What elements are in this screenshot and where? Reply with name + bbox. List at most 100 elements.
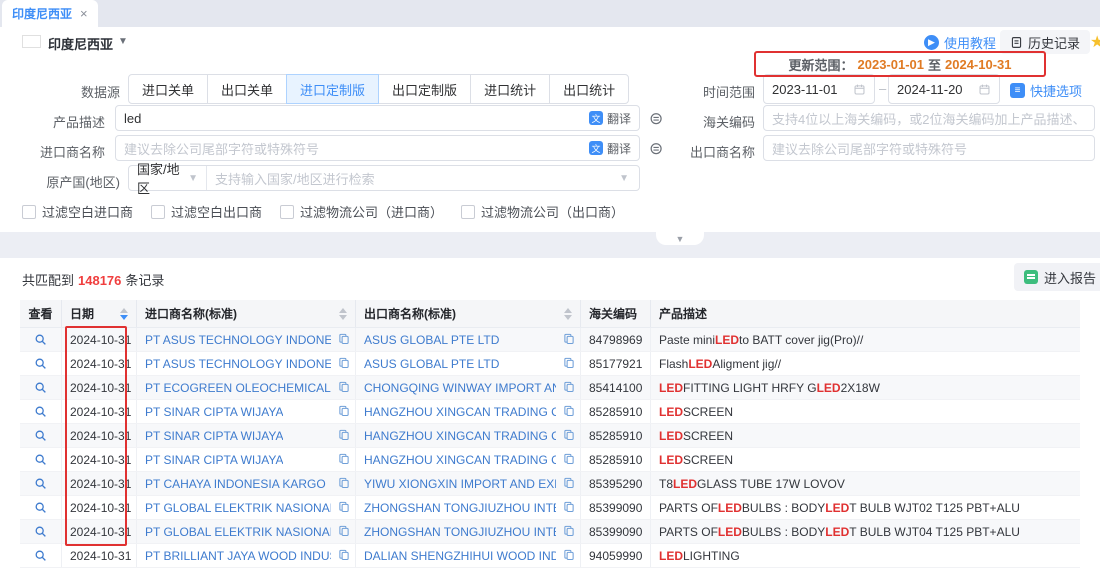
exporter-cell: ASUS GLOBAL PTE LTD bbox=[356, 352, 581, 375]
column-header[interactable]: 进口商名称(标准) bbox=[137, 300, 356, 327]
sort-carets-icon[interactable] bbox=[339, 308, 347, 320]
view-detail-magnifier-icon[interactable] bbox=[34, 453, 47, 466]
product-desc-input[interactable]: led 文 翻译 bbox=[115, 105, 640, 131]
close-icon[interactable]: × bbox=[80, 6, 88, 21]
copy-icon[interactable] bbox=[338, 525, 350, 540]
copy-icon[interactable] bbox=[338, 501, 350, 516]
copy-icon[interactable] bbox=[563, 333, 575, 348]
sort-carets-icon[interactable] bbox=[564, 308, 572, 320]
data-source-tab[interactable]: 进口关单 bbox=[128, 74, 208, 104]
filter-checkbox[interactable]: 过滤物流公司（出口商） bbox=[461, 202, 624, 221]
importer-link[interactable]: PT SINAR CIPTA WIJAYA bbox=[145, 405, 283, 419]
hs-code-input[interactable]: 支持4位以上海关编码，或2位海关编码加上产品描述、企业名称的任意信息 bbox=[763, 105, 1095, 131]
column-header[interactable]: 出口商名称(标准) bbox=[356, 300, 581, 327]
view-detail-magnifier-icon[interactable] bbox=[34, 357, 47, 370]
origin-placeholder: 支持输入国家/地区进行检索 bbox=[207, 169, 619, 188]
importer-link[interactable]: PT ECOGREEN OLEOCHEMICALS bbox=[145, 381, 331, 395]
importer-link[interactable]: PT ASUS TECHNOLOGY INDONESIA BA... bbox=[145, 357, 331, 371]
checkbox-label: 过滤物流公司（进口商） bbox=[300, 202, 443, 221]
exporter-link[interactable]: ASUS GLOBAL PTE LTD bbox=[364, 333, 499, 347]
importer-link[interactable]: PT SINAR CIPTA WIJAYA bbox=[145, 453, 283, 467]
view-detail-magnifier-icon[interactable] bbox=[34, 477, 47, 490]
collapse-panel-tab[interactable]: ▼ bbox=[656, 232, 704, 245]
enter-report-button[interactable]: 进入报告 bbox=[1014, 263, 1100, 291]
exporter-link[interactable]: ZHONGSHAN TONGJIUZHOU INTERNA... bbox=[364, 525, 556, 539]
filter-checkbox[interactable]: 过滤空白进口商 bbox=[22, 202, 133, 221]
checkbox-icon[interactable] bbox=[22, 205, 36, 219]
copy-icon[interactable] bbox=[338, 549, 350, 564]
view-detail-magnifier-icon[interactable] bbox=[34, 405, 47, 418]
data-source-tab[interactable]: 出口关单 bbox=[207, 74, 287, 104]
favorite-star-icon[interactable]: ★ bbox=[1090, 32, 1100, 52]
copy-icon[interactable] bbox=[563, 357, 575, 372]
data-source-tab[interactable]: 出口统计 bbox=[549, 74, 629, 104]
exact-match-icon[interactable]: ⊜ bbox=[649, 140, 663, 157]
checkbox-icon[interactable] bbox=[461, 205, 475, 219]
view-detail-magnifier-icon[interactable] bbox=[34, 501, 47, 514]
quick-options-link[interactable]: ≡ 快捷选项 bbox=[1010, 81, 1082, 100]
copy-icon[interactable] bbox=[338, 333, 350, 348]
checkbox-icon[interactable] bbox=[151, 205, 165, 219]
importer-input[interactable]: 建议去除公司尾部字符或特殊符号 文 翻译 bbox=[115, 135, 640, 161]
copy-icon[interactable] bbox=[563, 501, 575, 516]
view-detail-magnifier-icon[interactable] bbox=[34, 429, 47, 442]
copy-icon[interactable] bbox=[563, 405, 575, 420]
copy-icon[interactable] bbox=[338, 357, 350, 372]
importer-link[interactable]: PT GLOBAL ELEKTRIK NASIONAL bbox=[145, 501, 331, 515]
data-source-tab[interactable]: 进口定制版 bbox=[286, 74, 379, 104]
exporter-link[interactable]: HANGZHOU XINGCAN TRADING CO LTD bbox=[364, 405, 556, 419]
hs-code-cell: 85395290 bbox=[581, 472, 651, 495]
copy-icon[interactable] bbox=[338, 477, 350, 492]
copy-icon[interactable] bbox=[563, 525, 575, 540]
date-to-input[interactable]: 2024-11-20 bbox=[888, 74, 1000, 104]
chevron-down-icon[interactable]: ▼ bbox=[619, 173, 639, 184]
origin-select[interactable]: 国家/地区 ▼ bbox=[129, 166, 207, 190]
tutorial-link[interactable]: ▶ 使用教程 bbox=[924, 33, 996, 52]
filter-checkbox[interactable]: 过滤物流公司（进口商） bbox=[280, 202, 443, 221]
importer-link[interactable]: PT BRILLIANT JAYA WOOD INDUSTRY bbox=[145, 549, 331, 563]
highlighted-keyword: LED bbox=[659, 429, 683, 443]
importer-link[interactable]: PT GLOBAL ELEKTRIK NASIONAL bbox=[145, 525, 331, 539]
exporter-link[interactable]: HANGZHOU XINGCAN TRADING CO LTD bbox=[364, 429, 556, 443]
exporter-input[interactable]: 建议去除公司尾部字符或特殊符号 bbox=[763, 135, 1095, 161]
view-detail-magnifier-icon[interactable] bbox=[34, 333, 47, 346]
copy-icon[interactable] bbox=[338, 429, 350, 444]
data-source-tab[interactable]: 进口统计 bbox=[470, 74, 550, 104]
exporter-link[interactable]: CHONGQING WINWAY IMPORT AND E... bbox=[364, 381, 556, 395]
exporter-link[interactable]: ASUS GLOBAL PTE LTD bbox=[364, 357, 499, 371]
data-source-tab[interactable]: 出口定制版 bbox=[378, 74, 471, 104]
origin-control: 国家/地区 ▼ 支持输入国家/地区进行检索 ▼ bbox=[128, 165, 640, 191]
copy-icon[interactable] bbox=[338, 453, 350, 468]
exporter-link[interactable]: YIWU XIONGXIN IMPORT AND EXPORT... bbox=[364, 477, 556, 491]
view-detail-magnifier-icon[interactable] bbox=[34, 549, 47, 562]
column-header-label: 出口商名称(标准) bbox=[364, 305, 456, 322]
date-from-input[interactable]: 2023-11-01 bbox=[763, 74, 875, 104]
time-range-label: 时间范围 bbox=[675, 82, 755, 101]
copy-icon[interactable] bbox=[563, 381, 575, 396]
view-detail-magnifier-icon[interactable] bbox=[34, 381, 47, 394]
filter-checkbox[interactable]: 过滤空白出口商 bbox=[151, 202, 262, 221]
sort-carets-icon[interactable] bbox=[120, 308, 128, 320]
exporter-link[interactable]: HANGZHOU XINGCAN TRADING CO LTD bbox=[364, 453, 556, 467]
exporter-link[interactable]: ZHONGSHAN TONGJIUZHOU INTERNA... bbox=[364, 501, 556, 515]
copy-icon[interactable] bbox=[563, 453, 575, 468]
copy-icon[interactable] bbox=[338, 405, 350, 420]
exporter-link[interactable]: DALIAN SHENGZHIHUI WOOD INDUST... bbox=[364, 549, 556, 563]
country-tab[interactable]: 印度尼西亚 × bbox=[2, 0, 98, 27]
view-detail-magnifier-icon[interactable] bbox=[34, 525, 47, 538]
translate-button[interactable]: 文 翻译 bbox=[589, 110, 631, 127]
exact-match-icon[interactable]: ⊜ bbox=[649, 110, 663, 127]
chevron-down-icon[interactable]: ▼ bbox=[118, 36, 128, 47]
translate-button[interactable]: 文 翻译 bbox=[589, 140, 631, 157]
copy-icon[interactable] bbox=[563, 429, 575, 444]
importer-link[interactable]: PT CAHAYA INDONESIA KARGO bbox=[145, 477, 326, 491]
hs-code-cell: 84798969 bbox=[581, 328, 651, 351]
importer-link[interactable]: PT SINAR CIPTA WIJAYA bbox=[145, 429, 283, 443]
column-header[interactable]: 日期 bbox=[62, 300, 137, 327]
copy-icon[interactable] bbox=[563, 549, 575, 564]
copy-icon[interactable] bbox=[338, 381, 350, 396]
copy-icon[interactable] bbox=[563, 477, 575, 492]
checkbox-icon[interactable] bbox=[280, 205, 294, 219]
importer-link[interactable]: PT ASUS TECHNOLOGY INDONESIA BA... bbox=[145, 333, 331, 347]
highlighted-keyword: LED bbox=[718, 501, 742, 515]
